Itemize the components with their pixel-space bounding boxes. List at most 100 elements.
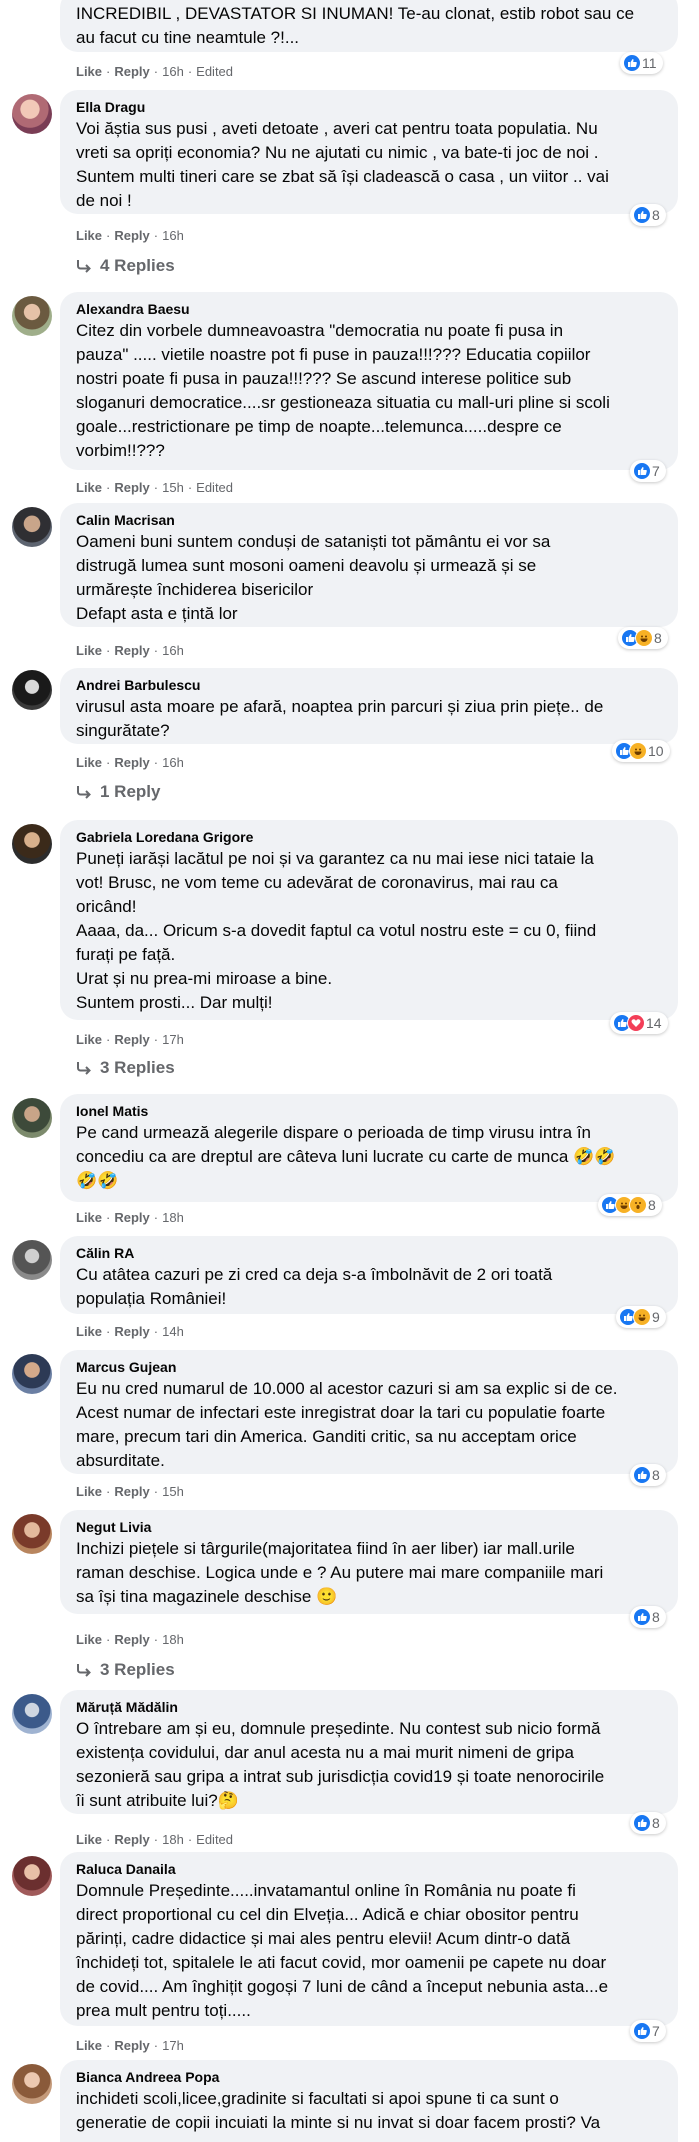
haha-reaction-icon xyxy=(635,629,653,647)
comment-author[interactable]: Raluca Danaila xyxy=(76,1860,664,1879)
like-button[interactable]: Like xyxy=(76,1210,102,1225)
timestamp[interactable]: 16h xyxy=(162,64,184,79)
reply-arrow-icon xyxy=(77,1062,91,1075)
timestamp[interactable]: 14h xyxy=(162,1324,184,1339)
reaction-count: 8 xyxy=(652,1467,660,1483)
reply-arrow-icon xyxy=(77,786,91,799)
haha-reaction-icon xyxy=(629,742,647,760)
like-button[interactable]: Like xyxy=(76,1324,102,1339)
comment-text: Voi ăștia sus pusi , aveti detoate , ave… xyxy=(76,119,609,210)
reaction-summary[interactable]: 9 xyxy=(616,1306,666,1328)
comment-author[interactable]: Calin Macrisan xyxy=(76,511,664,530)
comment-author[interactable]: Ella Dragu xyxy=(76,98,664,117)
comment-author[interactable]: Alexandra Baesu xyxy=(76,300,664,319)
comment-author[interactable]: Marcus Gujean xyxy=(76,1358,664,1377)
reply-button[interactable]: Reply xyxy=(114,1484,149,1499)
comment-author[interactable]: Bianca Andreea Popa xyxy=(76,2068,664,2087)
reply-button[interactable]: Reply xyxy=(114,643,149,658)
avatar[interactable] xyxy=(12,296,52,336)
timestamp[interactable]: 16h xyxy=(162,755,184,770)
reply-arrow-icon xyxy=(77,260,91,273)
view-replies-button[interactable]: 4 Replies xyxy=(76,256,175,276)
reaction-summary[interactable]: 8 xyxy=(630,204,666,226)
reaction-count: 9 xyxy=(652,1309,660,1325)
thinking-emoji: 🤔 xyxy=(217,1791,239,1810)
comment-text: Citez din vorbele dumneavoastra "democra… xyxy=(76,321,610,460)
timestamp[interactable]: 18h xyxy=(162,1632,184,1647)
comment-bubble: Andrei Barbulescu virusul asta moare pe … xyxy=(60,668,678,744)
timestamp[interactable]: 16h xyxy=(162,643,184,658)
reaction-summary[interactable]: 8 xyxy=(630,1812,666,1834)
avatar[interactable] xyxy=(12,670,52,710)
like-button[interactable]: Like xyxy=(76,1832,102,1847)
replies-label: 4 Replies xyxy=(100,256,175,275)
like-button[interactable]: Like xyxy=(76,1632,102,1647)
comment-bubble: Marcus Gujean Eu nu cred numarul de 10.0… xyxy=(60,1350,678,1474)
avatar[interactable] xyxy=(12,1856,52,1896)
avatar[interactable] xyxy=(12,1240,52,1280)
reply-button[interactable]: Reply xyxy=(114,64,149,79)
avatar[interactable] xyxy=(12,824,52,864)
laughing-emoji: 🤣🤣 xyxy=(573,1147,616,1166)
reaction-summary[interactable]: 11 xyxy=(620,52,663,74)
avatar[interactable] xyxy=(12,2064,52,2104)
reply-button[interactable]: Reply xyxy=(114,228,149,243)
timestamp[interactable]: 17h xyxy=(162,1032,184,1047)
comment-author[interactable]: Ionel Matis xyxy=(76,1102,664,1121)
edited-label: Edited xyxy=(196,1832,234,1847)
like-button[interactable]: Like xyxy=(76,480,102,495)
avatar[interactable] xyxy=(12,507,52,547)
comment-actions: Like · Reply · 14h xyxy=(76,1324,184,1339)
timestamp[interactable]: 15h xyxy=(162,480,184,495)
timestamp[interactable]: 18h xyxy=(162,1210,184,1225)
avatar[interactable] xyxy=(12,94,52,134)
comment-bubble: INCREDIBIL , DEVASTATOR SI INUMAN! Te-au… xyxy=(60,0,678,52)
comment-bubble: Gabriela Loredana Grigore Puneți iarăși … xyxy=(60,820,678,1020)
reply-button[interactable]: Reply xyxy=(114,755,149,770)
view-replies-button[interactable]: 3 Replies xyxy=(76,1660,175,1680)
like-button[interactable]: Like xyxy=(76,755,102,770)
reaction-summary[interactable]: 10 xyxy=(612,740,670,762)
view-replies-button[interactable]: 1 Reply xyxy=(76,782,160,802)
reaction-summary[interactable]: 7 xyxy=(630,2020,666,2042)
comment-author[interactable]: Măruță Mădălin xyxy=(76,1698,664,1717)
reaction-summary[interactable]: 8 xyxy=(618,627,668,649)
timestamp[interactable]: 16h xyxy=(162,228,184,243)
reply-button[interactable]: Reply xyxy=(114,1832,149,1847)
love-reaction-icon xyxy=(627,1014,645,1032)
comment-author[interactable]: Andrei Barbulescu xyxy=(76,676,664,695)
reply-arrow-icon xyxy=(77,1664,91,1677)
reaction-count: 10 xyxy=(648,743,664,759)
reply-button[interactable]: Reply xyxy=(114,1324,149,1339)
reply-button[interactable]: Reply xyxy=(114,2038,149,2053)
avatar[interactable] xyxy=(12,1514,52,1554)
reply-button[interactable]: Reply xyxy=(114,1632,149,1647)
avatar[interactable] xyxy=(12,1354,52,1394)
like-button[interactable]: Like xyxy=(76,64,102,79)
reaction-summary[interactable]: 7 xyxy=(630,460,666,482)
view-replies-button[interactable]: 3 Replies xyxy=(76,1058,175,1078)
reply-button[interactable]: Reply xyxy=(114,480,149,495)
reply-button[interactable]: Reply xyxy=(114,1032,149,1047)
comment-bubble: Ella Dragu Voi ăștia sus pusi , aveti de… xyxy=(60,90,678,214)
comment-author[interactable]: Călin RA xyxy=(76,1244,664,1263)
comment-author[interactable]: Gabriela Loredana Grigore xyxy=(76,828,664,847)
avatar[interactable] xyxy=(12,1098,52,1138)
timestamp[interactable]: 15h xyxy=(162,1484,184,1499)
comment-bubble: Bianca Andreea Popa inchideti scoli,lice… xyxy=(60,2060,678,2142)
like-button[interactable]: Like xyxy=(76,2038,102,2053)
reaction-summary[interactable]: 14 xyxy=(610,1012,668,1034)
like-button[interactable]: Like xyxy=(76,1484,102,1499)
reaction-summary[interactable]: 8 xyxy=(630,1606,666,1628)
reaction-summary[interactable]: 8 xyxy=(630,1464,666,1486)
comment-author[interactable]: Negut Livia xyxy=(76,1518,664,1537)
timestamp[interactable]: 18h xyxy=(162,1832,184,1847)
timestamp[interactable]: 17h xyxy=(162,2038,184,2053)
comment-actions: Like · Reply · 18h xyxy=(76,1632,184,1647)
reaction-summary[interactable]: 8 xyxy=(598,1194,662,1216)
like-button[interactable]: Like xyxy=(76,1032,102,1047)
avatar[interactable] xyxy=(12,1694,52,1734)
like-button[interactable]: Like xyxy=(76,643,102,658)
like-button[interactable]: Like xyxy=(76,228,102,243)
reply-button[interactable]: Reply xyxy=(114,1210,149,1225)
